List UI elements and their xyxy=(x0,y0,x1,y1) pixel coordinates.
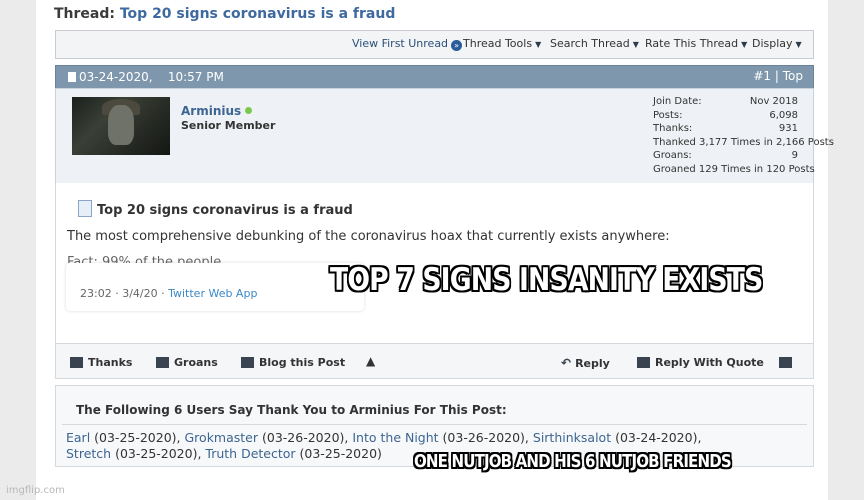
view-first-unread-link[interactable]: View First Unread» xyxy=(352,37,463,51)
post-number-link[interactable]: #1 xyxy=(753,69,771,83)
post-time-text: 10:57 PM xyxy=(167,70,224,84)
rate-thread-menu[interactable]: Rate This Thread ▼ xyxy=(645,37,747,50)
thanks-user-link[interactable]: Sirthinksalot xyxy=(533,430,611,445)
display-label: Display xyxy=(752,37,793,50)
join-date-value: Nov 2018 xyxy=(749,96,798,107)
thanks-label-text: Thanks xyxy=(88,356,133,369)
divider xyxy=(62,424,807,425)
thumbs-up-icon xyxy=(70,357,83,368)
post-date-text: 03-24-2020, xyxy=(79,70,153,84)
user-info-bar: Arminius Senior Member Join Date: Nov 201… xyxy=(55,88,834,184)
avatar-face xyxy=(108,105,134,145)
thanks-user-date: (03-25-2020), xyxy=(90,430,185,445)
post-doc-icon xyxy=(68,72,76,82)
post-date: 03-24-2020, 10:57 PM xyxy=(68,70,224,84)
thread-tools-menu[interactable]: Thread Tools ▼ xyxy=(463,37,541,50)
multi-quote-icon xyxy=(779,357,792,368)
avatar[interactable] xyxy=(72,97,170,155)
user-rank: Senior Member xyxy=(181,119,276,132)
meme-top-caption: TOP 7 SIGNS INSANITY EXISTS xyxy=(330,262,763,298)
search-thread-menu[interactable]: Search Thread ▼ xyxy=(550,37,639,50)
thanks-user-date: (03-26-2020), xyxy=(438,430,533,445)
multi-quote-button[interactable] xyxy=(779,356,797,369)
caret-down-icon: ▼ xyxy=(741,40,748,49)
thanked-count: Thanked 3,177 Times in 2,166 Posts xyxy=(653,136,834,148)
search-thread-label: Search Thread xyxy=(550,37,630,50)
caret-down-icon: ▼ xyxy=(535,40,542,49)
username-link[interactable]: Arminius xyxy=(181,104,253,118)
view-first-unread-label: View First Unread xyxy=(352,37,449,50)
posts-label: Posts: xyxy=(653,109,683,121)
blog-icon xyxy=(241,357,254,368)
reply-label-text: Reply xyxy=(575,357,610,370)
thanks-label: Thanks: xyxy=(653,123,693,134)
join-date-label: Join Date: xyxy=(653,96,702,107)
thanks-user-date: (03-24-2020), xyxy=(611,430,702,445)
post-text-cut: Fact: 99% of the people... xyxy=(67,255,234,263)
groans-label-text: Groans xyxy=(174,356,218,369)
thread-tools-label: Thread Tools xyxy=(463,37,533,50)
thread-toolbar: View First Unread» Thread Tools ▼ Search … xyxy=(55,30,814,59)
post-title: Top 20 signs coronavirus is a fraud xyxy=(78,200,353,218)
blog-label-text: Blog this Post xyxy=(259,356,346,369)
reply-with-quote-button[interactable]: Reply With Quote xyxy=(637,356,764,369)
thanks-button[interactable]: Thanks xyxy=(70,356,132,369)
post-title-text: Top 20 signs coronavirus is a fraud xyxy=(97,203,353,218)
online-status-icon xyxy=(245,107,253,114)
username-text: Arminius xyxy=(181,104,242,118)
arrow-circle-icon: » xyxy=(451,40,463,51)
groaned-count: Groaned 129 Times in 120 Posts xyxy=(653,163,815,175)
top-link[interactable]: Top xyxy=(783,69,803,83)
document-icon xyxy=(78,200,92,217)
groans-button[interactable]: Groans xyxy=(156,356,218,369)
thread-prefix: Thread: xyxy=(54,6,115,22)
post-text: The most comprehensive debunking of the … xyxy=(67,229,670,244)
blog-post-button[interactable]: Blog this Post xyxy=(241,356,345,369)
watermark: imgflip.com xyxy=(6,485,65,496)
meme-bottom-caption: ONE NUTJOB AND HIS 6 NUTJOB FRIENDS xyxy=(414,452,732,472)
thread-title: Thread: Top 20 signs coronavirus is a fr… xyxy=(54,6,395,22)
thanks-user-date: (03-25-2020), xyxy=(111,446,206,461)
thanks-user-link[interactable]: Into the Night xyxy=(352,430,438,445)
thanks-user-link[interactable]: Stretch xyxy=(66,446,111,461)
thanks-user-date: (03-26-2020), xyxy=(258,430,353,445)
reply-arrow-icon: ↶ xyxy=(561,356,572,370)
user-stats: Join Date: Nov 2018 Posts: 6,098 Thanks: 93… xyxy=(653,96,834,177)
groans-value: 9 xyxy=(791,150,798,161)
groans-label: Groans: xyxy=(653,150,692,161)
tweet-source-link[interactable]: Twitter Web App xyxy=(168,287,257,300)
thumbs-down-icon xyxy=(156,357,169,368)
posts-value: 6,098 xyxy=(769,109,798,121)
thanks-user-link[interactable]: Grokmaster xyxy=(185,430,259,445)
display-menu[interactable]: Display ▼ xyxy=(752,37,802,50)
thanks-user-link[interactable]: Earl xyxy=(66,430,90,445)
caret-down-icon: ▼ xyxy=(632,40,639,49)
reply-button[interactable]: ↶ Reply xyxy=(561,356,610,370)
report-warning-icon[interactable]: ▲ xyxy=(366,354,375,368)
tweet-time: 23:02 · 3/4/20 · xyxy=(80,287,169,300)
post-number-area: #1 | Top xyxy=(753,69,803,83)
thread-title-link[interactable]: Top 20 signs coronavirus is a fraud xyxy=(120,6,396,22)
rate-thread-label: Rate This Thread xyxy=(645,37,739,50)
quote-bubble-icon xyxy=(637,357,650,368)
post-actions: Thanks Groans Blog this Post ▲ ↶ Reply Re… xyxy=(55,343,814,379)
thanks-value: 931 xyxy=(778,123,798,134)
tweet-meta: 23:02 · 3/4/20 · Twitter Web App xyxy=(80,287,257,300)
thanks-user-link[interactable]: Truth Detector xyxy=(205,446,295,461)
embedded-tweet[interactable]: 23:02 · 3/4/20 · Twitter Web App xyxy=(66,263,364,311)
thanks-user-date: (03-25-2020) xyxy=(295,446,382,461)
post-header: 03-24-2020, 10:57 PM #1 | Top xyxy=(55,65,814,89)
caret-down-icon: ▼ xyxy=(795,40,802,49)
reply-quote-label-text: Reply With Quote xyxy=(655,356,764,369)
thanks-heading: The Following 6 Users Say Thank You to A… xyxy=(76,403,507,417)
